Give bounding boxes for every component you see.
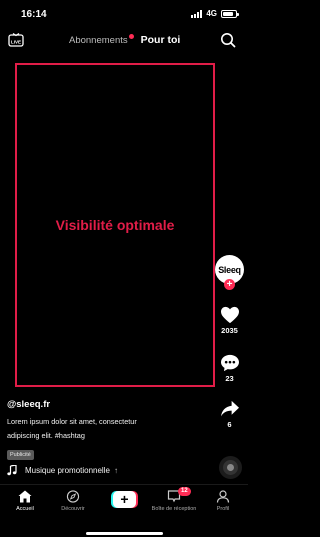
new-content-dot	[128, 33, 134, 39]
share-count: 6	[227, 420, 232, 429]
inbox-badge: 12	[178, 487, 191, 496]
follow-button[interactable]: +	[224, 279, 235, 290]
music-row[interactable]: Musique promotionnelle ↑	[7, 465, 118, 476]
post-username[interactable]: @sleeq.fr	[7, 399, 207, 410]
music-arrow-icon: ↑	[113, 466, 118, 475]
safe-zone-frame: Visibilité optimale	[15, 63, 215, 387]
profile-icon	[216, 490, 230, 503]
music-disc-icon[interactable]	[219, 456, 242, 479]
nav-home-label: Accueil	[16, 506, 34, 512]
share-icon	[220, 400, 239, 417]
caption-line-2: adipiscing elit. #hashtag	[7, 431, 85, 440]
post-caption: Lorem ipsum dolor sit amet, consectetur …	[7, 415, 207, 443]
status-indicators: 4G	[191, 9, 239, 18]
like-button[interactable]: 2035	[213, 306, 246, 335]
ad-badge: Publicité	[7, 450, 34, 460]
post-caption-block: @sleeq.fr Lorem ipsum dolor sit amet, co…	[7, 399, 207, 461]
nav-inbox[interactable]: 12 Boîte de réception	[149, 487, 199, 512]
network-type: 4G	[206, 9, 217, 18]
battery-icon	[221, 9, 239, 18]
live-label: LIVE	[11, 39, 21, 44]
nav-home[interactable]: Accueil	[0, 490, 50, 512]
music-note-icon	[7, 465, 17, 476]
status-bar: 16:14 4G	[0, 0, 248, 28]
music-title: Musique promotionnelle	[25, 466, 110, 475]
home-icon	[18, 490, 32, 503]
tab-following[interactable]: Abonnements	[69, 33, 134, 46]
nav-profile[interactable]: Profil	[198, 490, 248, 512]
home-indicator	[86, 532, 163, 535]
feed-tabs: Abonnements Pour toi	[69, 33, 181, 46]
tab-for-you[interactable]: Pour toi	[141, 34, 181, 46]
top-bar: LIVE Abonnements Pour toi	[0, 28, 248, 54]
signal-icon	[191, 9, 203, 18]
comment-icon	[220, 354, 239, 372]
nav-inbox-label: Boîte de réception	[151, 506, 197, 512]
live-icon[interactable]: LIVE	[8, 33, 24, 47]
search-icon[interactable]	[220, 32, 236, 48]
safe-zone-label: Visibilité optimale	[55, 217, 175, 233]
heart-icon	[220, 306, 239, 324]
nav-discover[interactable]: Découvrir	[48, 490, 98, 512]
compass-icon	[66, 490, 80, 503]
share-button[interactable]: 6	[213, 400, 246, 429]
comment-button[interactable]: 23	[213, 354, 246, 383]
create-button[interactable]: +	[111, 491, 138, 508]
tab-following-label: Abonnements	[69, 34, 128, 46]
status-time: 16:14	[21, 9, 47, 20]
plus-icon: +	[113, 491, 136, 508]
nav-profile-label: Profil	[216, 506, 230, 512]
caption-line-1: Lorem ipsum dolor sit amet, consectetur	[7, 417, 137, 426]
bottom-nav: Accueil Découvrir + 12 Boîte de réceptio…	[0, 484, 248, 537]
comment-count: 23	[225, 374, 234, 383]
nav-discover-label: Découvrir	[61, 506, 85, 512]
like-count: 2035	[221, 326, 238, 335]
